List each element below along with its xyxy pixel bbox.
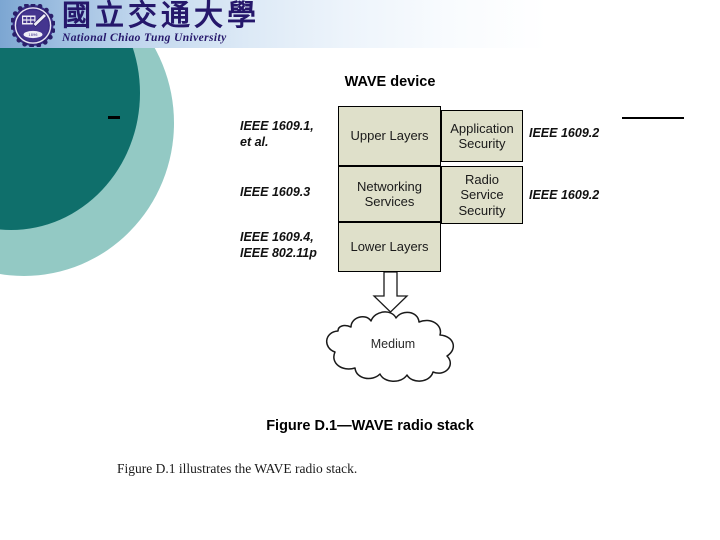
box-radio-service-security: Radio Service Security (441, 166, 523, 224)
label-ieee-1609-2-radio: IEEE 1609.2 (529, 188, 600, 202)
box-application-security-line2: Security (458, 136, 506, 151)
figure-body-text: Figure D.1 illustrates the WAVE radio st… (117, 461, 358, 476)
label-ieee-1609-3: IEEE 1609.3 (240, 185, 311, 199)
label-ieee-1609-4: IEEE 1609.4, IEEE 802.11p (240, 230, 317, 261)
box-upper-layers-label: Upper Layers (350, 128, 429, 144)
box-networking-services-label: Networking Services (357, 179, 422, 210)
horizontal-rule (622, 117, 684, 119)
box-lower-layers: Lower Layers (338, 222, 441, 272)
box-application-security-line1: Application (450, 120, 514, 136)
label-ieee-1609-1-line1: IEEE 1609.1, (240, 119, 314, 133)
label-ieee-1609-1: IEEE 1609.1, et al. (240, 119, 314, 150)
label-ieee-802-11p-line2: IEEE 802.11p (240, 245, 317, 260)
box-application-security: Application Security (441, 110, 523, 162)
box-networking-services-line2: Services (364, 194, 415, 209)
box-radio-service-security-line3: Security (458, 202, 506, 218)
box-application-security-label: Application Security (450, 121, 514, 152)
label-ieee-1609-1-line2: et al. (240, 134, 269, 149)
label-ieee-1609-2-application: IEEE 1609.2 (529, 126, 600, 140)
box-networking-services: Networking Services (338, 166, 441, 222)
box-upper-layers: Upper Layers (338, 106, 441, 166)
slide-canvas: 1896 國立交通大學 National Chiao Tung Universi… (0, 0, 720, 540)
label-ieee-1609-4-line1: IEEE 1609.4, (240, 230, 314, 244)
medium-label: Medium (370, 337, 416, 351)
figure-title: WAVE device (344, 74, 436, 90)
box-radio-service-security-line1: Radio (465, 172, 499, 187)
box-radio-service-security-line2: Service (460, 187, 504, 203)
box-radio-service-security-label: Radio Service Security (459, 172, 506, 218)
slide-content: WAVE device Upper Layers Networking Serv… (0, 0, 720, 540)
box-networking-services-line1: Networking (356, 178, 423, 194)
box-lower-layers-label: Lower Layers (350, 239, 429, 255)
figure-caption: Figure D.1—WAVE radio stack (266, 418, 474, 434)
bullet-dash-marker (108, 116, 120, 119)
